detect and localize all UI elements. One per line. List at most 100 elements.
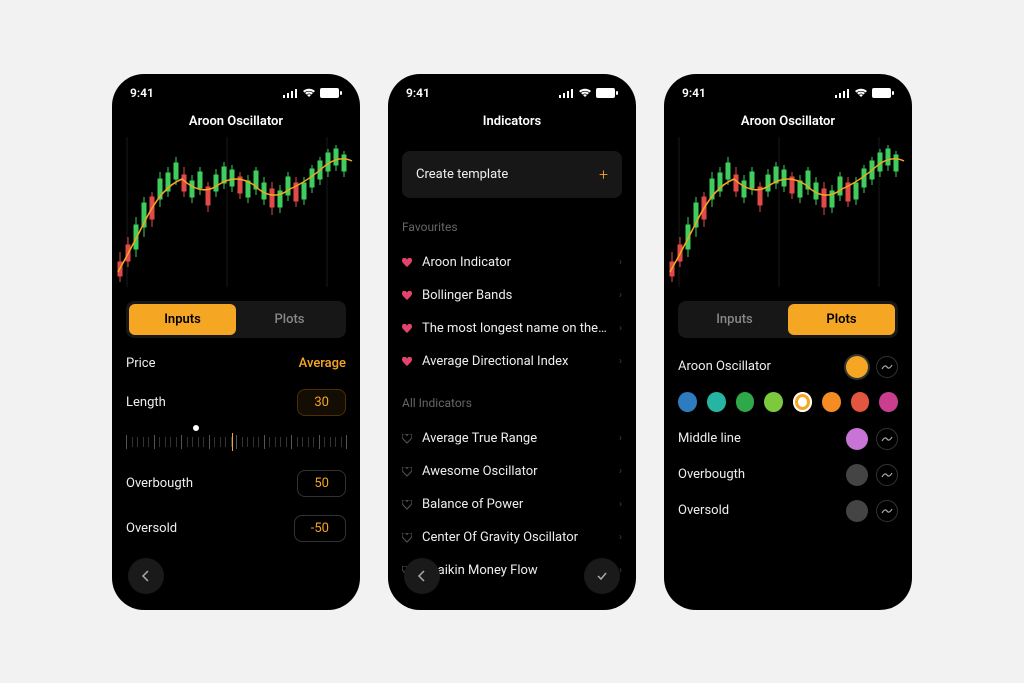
confirm-button[interactable] bbox=[584, 558, 620, 594]
favourite-indicator-row[interactable]: Aroon Indicator› bbox=[402, 246, 622, 279]
back-button[interactable] bbox=[128, 558, 164, 594]
candlestick-chart bbox=[664, 137, 912, 287]
battery-icon bbox=[320, 88, 342, 98]
length-value[interactable]: 30 bbox=[297, 389, 346, 416]
wifi-icon bbox=[578, 88, 592, 98]
row-overbought: Overbougth 50 bbox=[126, 470, 346, 497]
palette-swatch[interactable] bbox=[707, 392, 726, 412]
heart-icon[interactable] bbox=[402, 290, 412, 300]
phone-plots-screen: 9:41 Aroon Oscillator bbox=[664, 74, 912, 610]
heart-icon[interactable] bbox=[402, 323, 412, 333]
heart-icon[interactable] bbox=[402, 257, 412, 267]
heart-icon[interactable] bbox=[402, 356, 412, 366]
signal-icon bbox=[559, 88, 574, 98]
chevron-right-icon: › bbox=[619, 356, 622, 367]
oversold-label: Oversold bbox=[126, 521, 177, 536]
line-style-button[interactable] bbox=[876, 500, 898, 522]
plot-label: Middle line bbox=[678, 431, 741, 446]
palette-swatch[interactable] bbox=[764, 392, 783, 412]
tab-plots[interactable]: Plots bbox=[236, 304, 343, 335]
indicator-row[interactable]: Balance of Power › bbox=[402, 488, 622, 521]
price-label: Price bbox=[126, 356, 155, 371]
color-swatch[interactable] bbox=[846, 464, 868, 486]
status-icons bbox=[283, 88, 342, 98]
slider-knob[interactable] bbox=[193, 425, 199, 431]
chevron-right-icon: › bbox=[619, 323, 622, 334]
tabs: Inputs Plots bbox=[126, 301, 346, 338]
price-value: Average bbox=[299, 356, 346, 371]
wifi-icon bbox=[854, 88, 868, 98]
battery-icon bbox=[596, 88, 618, 98]
create-template-button[interactable]: Create template + bbox=[402, 151, 622, 198]
chevron-left-icon bbox=[139, 569, 153, 583]
overbought-value[interactable]: 50 bbox=[297, 470, 346, 497]
favourite-indicator-row[interactable]: The most longest name on the pla…› bbox=[402, 312, 622, 345]
palette-swatch[interactable] bbox=[736, 392, 755, 412]
palette-swatch[interactable] bbox=[793, 392, 812, 412]
overbought-label: Overbougth bbox=[126, 476, 193, 491]
indicator-label: Chaikin Money Flow bbox=[422, 563, 609, 578]
tab-plots[interactable]: Plots bbox=[788, 304, 895, 335]
status-icons bbox=[559, 88, 618, 98]
back-button[interactable] bbox=[404, 558, 440, 594]
color-swatch[interactable] bbox=[846, 500, 868, 522]
indicator-row[interactable]: Average True Range › bbox=[402, 422, 622, 455]
favourite-indicator-row[interactable]: Average Directional Index› bbox=[402, 345, 622, 378]
status-bar: 9:41 bbox=[388, 74, 636, 104]
indicator-row[interactable]: Center Of Gravity Oscillator › bbox=[402, 521, 622, 554]
check-icon bbox=[595, 569, 609, 583]
palette-swatch[interactable] bbox=[822, 392, 841, 412]
create-template-label: Create template bbox=[416, 167, 508, 182]
candlestick-chart bbox=[112, 137, 360, 287]
heart-outline-icon[interactable] bbox=[402, 433, 412, 443]
tabs: Inputs Plots bbox=[678, 301, 898, 338]
chevron-right-icon: › bbox=[619, 532, 622, 543]
tab-inputs[interactable]: Inputs bbox=[681, 304, 788, 335]
palette-swatch[interactable] bbox=[678, 392, 697, 412]
plot-row: Oversold bbox=[678, 500, 898, 522]
page-title: Aroon Oscillator bbox=[664, 104, 912, 137]
plot-row: Aroon Oscillator bbox=[678, 356, 898, 378]
heart-outline-icon[interactable] bbox=[402, 466, 412, 476]
status-bar: 9:41 bbox=[664, 74, 912, 104]
oversold-value[interactable]: -50 bbox=[294, 515, 346, 542]
favourites-header: Favourites bbox=[402, 220, 622, 234]
color-swatch[interactable] bbox=[846, 356, 868, 378]
indicator-label: Balance of Power bbox=[422, 497, 609, 512]
chevron-right-icon: › bbox=[619, 257, 622, 268]
tab-inputs[interactable]: Inputs bbox=[129, 304, 236, 335]
status-icons bbox=[835, 88, 894, 98]
indicator-label: Bollinger Bands bbox=[422, 288, 609, 303]
line-style-button[interactable] bbox=[876, 428, 898, 450]
indicator-label: Average True Range bbox=[422, 431, 609, 446]
page-title: Indicators bbox=[388, 104, 636, 137]
chart-svg bbox=[664, 137, 912, 287]
length-slider[interactable] bbox=[126, 428, 346, 456]
status-time: 9:41 bbox=[130, 86, 154, 100]
row-price[interactable]: Price Average bbox=[126, 356, 346, 371]
plot-label: Oversold bbox=[678, 503, 729, 518]
chevron-right-icon: › bbox=[619, 499, 622, 510]
plot-row: Middle line bbox=[678, 428, 898, 450]
line-style-button[interactable] bbox=[876, 356, 898, 378]
battery-icon bbox=[872, 88, 894, 98]
heart-outline-icon[interactable] bbox=[402, 499, 412, 509]
plot-label: Overbougth bbox=[678, 467, 745, 482]
heart-outline-icon[interactable] bbox=[402, 532, 412, 542]
palette-swatch[interactable] bbox=[879, 392, 898, 412]
indicator-row[interactable]: Awesome Oscillator › bbox=[402, 455, 622, 488]
palette-swatch[interactable] bbox=[851, 392, 870, 412]
signal-icon bbox=[283, 88, 298, 98]
indicator-label: Awesome Oscillator bbox=[422, 464, 609, 479]
color-swatch[interactable] bbox=[846, 428, 868, 450]
color-palette bbox=[678, 392, 898, 412]
chevron-right-icon: › bbox=[619, 466, 622, 477]
plus-icon: + bbox=[599, 165, 608, 184]
chevron-left-icon bbox=[415, 569, 429, 583]
row-oversold: Oversold -50 bbox=[126, 515, 346, 542]
favourite-indicator-row[interactable]: Bollinger Bands› bbox=[402, 279, 622, 312]
line-style-button[interactable] bbox=[876, 464, 898, 486]
indicator-label: Center Of Gravity Oscillator bbox=[422, 530, 609, 545]
chevron-right-icon: › bbox=[619, 433, 622, 444]
page-title: Aroon Oscillator bbox=[112, 104, 360, 137]
